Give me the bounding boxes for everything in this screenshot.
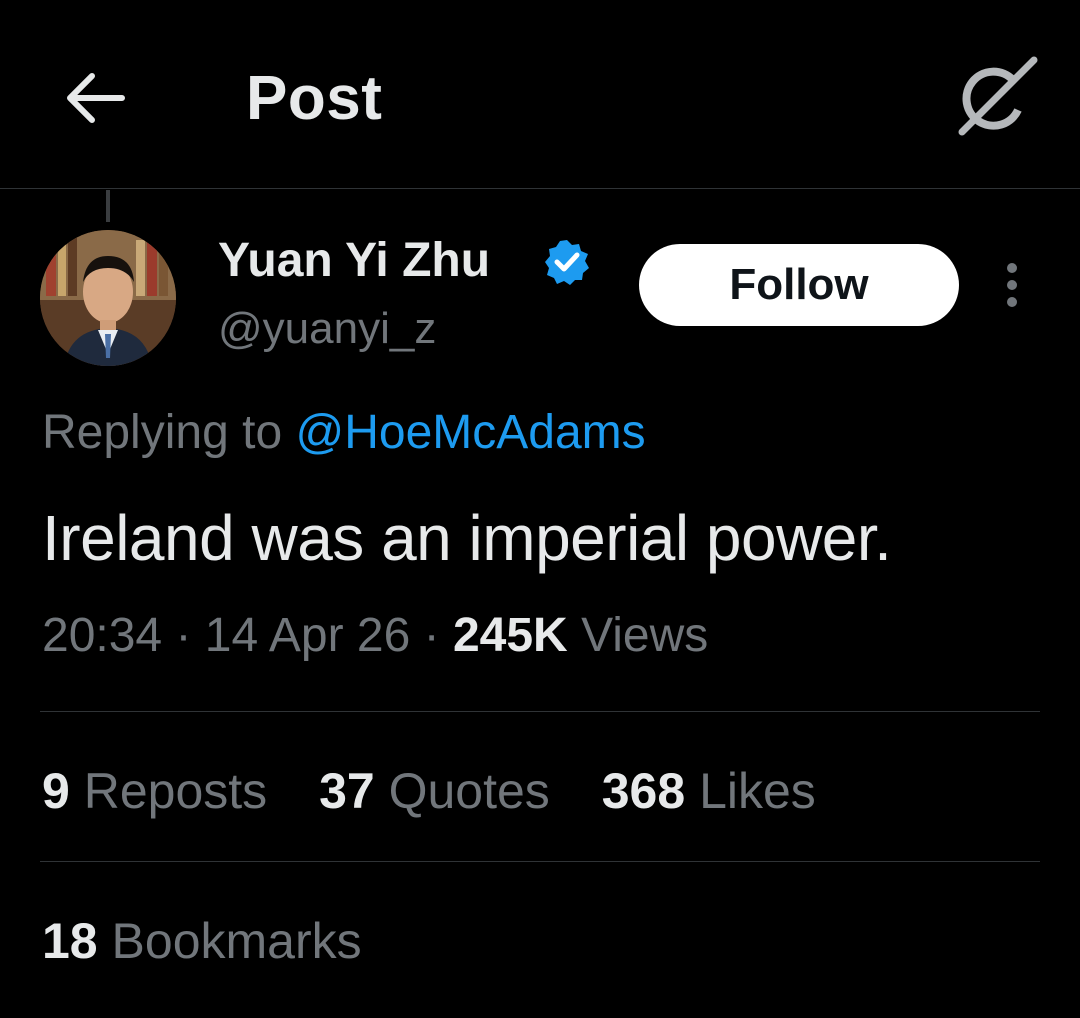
views-count: 245K [452, 609, 568, 662]
reposts-label: Reposts [83, 763, 268, 819]
separator-dot: · [175, 609, 192, 662]
post-meta: 20:34 · 14 Apr 26 · 245K Views [42, 606, 708, 666]
bookmarks-label: Bookmarks [111, 913, 362, 969]
follow-button[interactable]: Follow [639, 244, 959, 326]
likes-label: Likes [699, 763, 816, 819]
views-label[interactable]: Views [581, 609, 708, 662]
thread-connector [106, 190, 110, 222]
reposts-stat[interactable]: 9 Reposts [42, 760, 267, 822]
quotes-count: 37 [319, 763, 375, 819]
bookmarks-stat[interactable]: 18 Bookmarks [42, 910, 362, 972]
arrow-left-icon [67, 73, 125, 123]
quotes-label: Quotes [388, 763, 550, 819]
post-date[interactable]: 14 Apr 26 [205, 609, 411, 662]
divider [40, 861, 1040, 862]
grok-icon [958, 56, 1038, 136]
grok-button[interactable] [954, 56, 1040, 136]
replying-to-line: Replying to @HoeMcAdams [42, 404, 646, 462]
replying-to-label: Replying to [42, 406, 283, 459]
engagement-stats: 9 Reposts 37 Quotes 368 Likes [42, 760, 854, 822]
avatar[interactable] [40, 230, 176, 366]
verified-badge-icon [543, 238, 591, 286]
likes-count: 368 [601, 763, 686, 819]
quotes-stat[interactable]: 37 Quotes [319, 760, 550, 822]
reply-target-link[interactable]: @HoeMcAdams [295, 406, 645, 459]
bookmarks-count: 18 [42, 913, 98, 969]
author-handle[interactable]: @yuanyi_z [218, 302, 436, 356]
more-options-button[interactable] [994, 258, 1030, 312]
reposts-count: 9 [42, 763, 70, 819]
separator-dot: · [423, 609, 440, 662]
back-button[interactable] [60, 66, 130, 130]
top-bar: Post [0, 0, 1080, 189]
author-name[interactable]: Yuan Yi Zhu [218, 232, 490, 290]
more-vertical-icon [1007, 263, 1017, 307]
post-text: Ireland was an imperial power. [42, 502, 892, 574]
likes-stat[interactable]: 368 Likes [602, 760, 816, 822]
page-title: Post [246, 64, 383, 133]
divider [40, 711, 1040, 712]
post-time[interactable]: 20:34 [42, 609, 162, 662]
